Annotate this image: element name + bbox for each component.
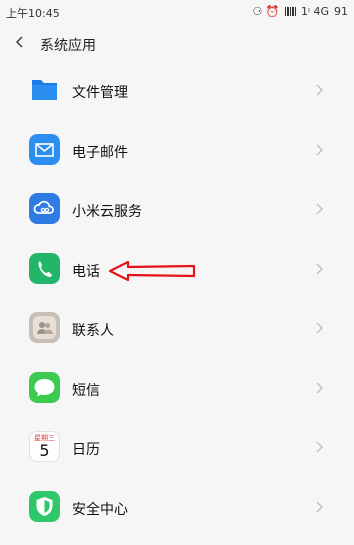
list-item-contacts[interactable]: 联系人 [0, 300, 354, 360]
status-indicators: ⚆ ⏰ 1ᵎ 4G 91 [252, 5, 348, 18]
status-alarm-icons: ⚆ ⏰ [252, 5, 280, 18]
network-type-text: 1ᵎ 4G [301, 5, 329, 18]
phone-icon [29, 252, 60, 284]
calendar-icon: 星期三 5 [29, 431, 60, 462]
chevron-right-icon [316, 441, 323, 453]
list-item-label: 日历 [72, 442, 100, 458]
list-item-label: 小米云服务 [72, 204, 142, 220]
list-item-label: 安全中心 [72, 501, 128, 518]
list-item-label: 电话 [72, 263, 100, 280]
security-shield-icon [29, 490, 60, 522]
cloud-icon [29, 193, 60, 224]
signal-strength-icon [284, 7, 297, 16]
page-title: 系统应用 [40, 38, 96, 54]
list-item-email[interactable]: 电子邮件 [0, 122, 354, 182]
folder-icon [32, 80, 57, 100]
list-item-label: 短信 [72, 382, 100, 399]
chevron-right-icon [316, 322, 323, 334]
status-time: 上午10:45 [6, 7, 60, 20]
message-icon [29, 371, 60, 403]
mail-icon [29, 133, 60, 165]
chevron-right-icon [316, 501, 323, 512]
status-bar: 上午10:45 ⚆ ⏰ 1ᵎ 4G 91 [0, 0, 354, 22]
app-list: 文件管理 电子邮件 小米云服务 电话 联系人 短信 星期三 5 日历 安全中心 [0, 62, 354, 538]
battery-level: 91 [334, 5, 348, 18]
annotation-arrow-icon [108, 260, 196, 282]
list-item-file-manager[interactable]: 文件管理 [0, 62, 354, 122]
list-item-label: 联系人 [72, 323, 114, 339]
list-item-mi-cloud[interactable]: 小米云服务 [0, 181, 354, 241]
chevron-right-icon [316, 382, 323, 393]
back-arrow-icon[interactable] [14, 36, 26, 48]
chevron-right-icon [316, 203, 323, 215]
calendar-day: 5 [39, 441, 50, 460]
chevron-right-icon [316, 263, 323, 274]
list-item-messages[interactable]: 短信 [0, 360, 354, 420]
page-header: 系统应用 [0, 22, 354, 66]
chevron-right-icon [316, 84, 323, 96]
chevron-right-icon [316, 144, 323, 155]
list-item-calendar[interactable]: 星期三 5 日历 [0, 419, 354, 479]
list-item-label: 电子邮件 [72, 144, 128, 161]
contacts-icon [29, 312, 60, 343]
list-item-security-center[interactable]: 安全中心 [0, 479, 354, 539]
list-item-label: 文件管理 [72, 85, 128, 101]
